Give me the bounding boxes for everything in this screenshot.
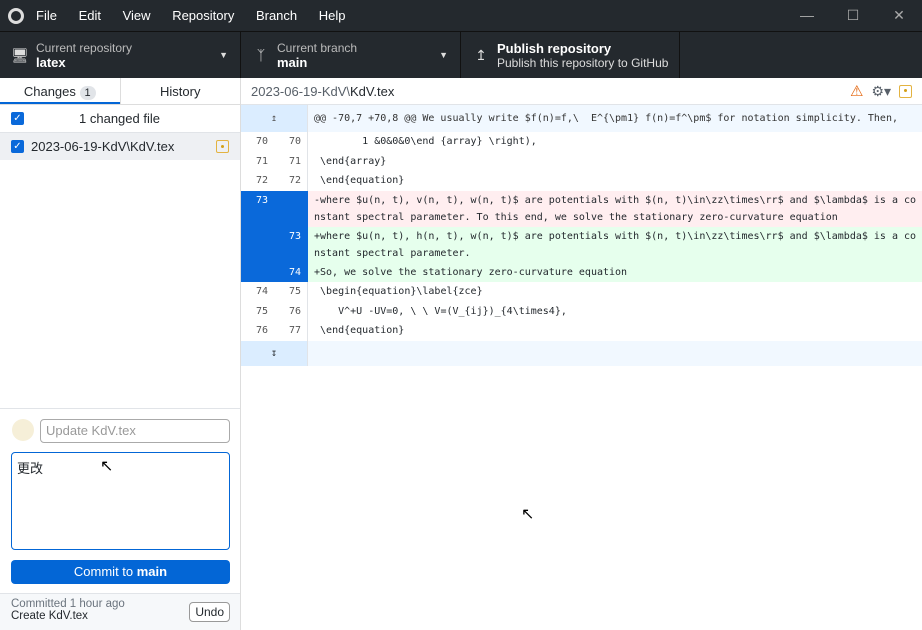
diff-line-text: \begin{equation}\label{zce}: [314, 286, 483, 297]
diff-line-text: \end{array}: [314, 155, 387, 167]
diff-line-text: \end{equation}: [314, 175, 405, 186]
undo-button[interactable]: Undo: [189, 602, 230, 622]
diff-panel: 2023-06-19-KdV\ KdV.tex ⚠ ⚙▾ ↥ @@ -70,7 +…: [241, 78, 922, 630]
modified-icon: [899, 84, 912, 98]
github-logo-icon: [8, 7, 24, 24]
old-line-number: [241, 263, 274, 283]
old-line-number: 76: [255, 325, 268, 336]
new-line-number: 74: [288, 266, 301, 278]
expand-up-icon[interactable]: ↥: [271, 113, 277, 124]
new-line-number: 76: [288, 305, 301, 317]
diff-line[interactable]: 71 71 \end{array}: [241, 151, 922, 171]
current-repository-button[interactable]: 🖥 Current repository latex ▼: [0, 32, 241, 78]
commit-form: Update KdV.tex 更改 Commit to main: [0, 408, 240, 593]
avatar: [12, 419, 34, 441]
diff-line-text: +So, we solve the stationary zero-curvat…: [314, 266, 628, 278]
diff-file-name: KdV.tex: [350, 83, 395, 99]
publish-desc: Publish this repository to GitHub: [497, 55, 669, 70]
file-checkbox[interactable]: ✓: [11, 140, 24, 153]
commit-description-input[interactable]: 更改: [11, 452, 230, 550]
old-line-number: 70: [255, 136, 268, 147]
expand-down-icon[interactable]: ↧: [271, 348, 277, 359]
mouse-cursor-icon: ↖: [100, 458, 114, 475]
branch-label: Current branch: [277, 40, 358, 55]
sidebar: Changes 1 History ✓ 1 changed file ✓ 202…: [0, 78, 241, 630]
tab-history[interactable]: History: [119, 78, 241, 104]
diff-line[interactable]: 74 75 \begin{equation}\label{zce}: [241, 282, 922, 302]
old-line-number: 72: [255, 175, 268, 186]
repo-name: latex: [36, 54, 66, 70]
warning-icon[interactable]: ⚠: [850, 82, 863, 100]
commit-button-prefix: Commit to: [73, 564, 137, 579]
current-branch-button[interactable]: ᛉ Current branch main ▼: [241, 32, 461, 78]
new-line-number: 71: [288, 155, 301, 167]
title-bar: File Edit View Repository Branch Help — …: [0, 0, 922, 31]
new-line-number: 72: [288, 175, 301, 186]
computer-icon: 🖥: [11, 46, 29, 63]
chevron-down-icon: ▼: [219, 50, 228, 60]
old-line-number: 73: [255, 194, 268, 206]
tab-changes-label: Changes: [23, 84, 76, 99]
mouse-cursor-icon: ↖: [521, 506, 535, 523]
gear-icon[interactable]: ⚙▾: [871, 83, 891, 100]
file-path: 2023-06-19-KdV\KdV.tex: [31, 139, 175, 154]
diff-line[interactable]: 76 77 \end{equation}: [241, 321, 922, 341]
menu-branch[interactable]: Branch: [256, 8, 297, 23]
file-list-item[interactable]: ✓ 2023-06-19-KdV\KdV.tex: [0, 133, 240, 160]
changes-count-badge: 1: [79, 86, 96, 100]
menu-help[interactable]: Help: [319, 8, 346, 23]
menu-bar: File Edit View Repository Branch Help: [36, 8, 364, 23]
new-line-number: 75: [288, 286, 301, 297]
diff-line[interactable]: 73 -where $u(n, t), v(n, t), w(n, t)$ are…: [241, 190, 922, 227]
branch-icon: ᛉ: [256, 47, 266, 63]
old-line-number: [241, 227, 274, 263]
old-line-number: 74: [255, 286, 268, 297]
diff-line[interactable]: 74 +So, we solve the stationary zero-curv…: [241, 262, 922, 283]
branch-name: main: [277, 54, 308, 70]
diff-line[interactable]: 75 76 V^+U -UV=0, \ \ V=(V_{ij})_{4\times…: [241, 301, 922, 321]
menu-repository[interactable]: Repository: [172, 8, 234, 23]
diff-line-text: V^+U -UV=0, \ \ V=(V_{ij})_{4\times4},: [314, 305, 567, 317]
select-all-checkbox[interactable]: ✓: [11, 112, 24, 125]
diff-line-text: -where $u(n, t), v(n, t), w(n, t)$ are p…: [314, 194, 917, 224]
maximize-icon[interactable]: ☐: [830, 7, 876, 24]
chevron-down-icon: ▼: [439, 50, 448, 60]
commit-summary-input[interactable]: Update KdV.tex: [40, 419, 230, 443]
diff-file-dir: 2023-06-19-KdV\: [251, 83, 351, 99]
old-line-number: 71: [255, 155, 268, 167]
menu-view[interactable]: View: [123, 8, 151, 23]
changed-files-header: 1 changed file: [79, 111, 160, 126]
new-line-number: [274, 191, 307, 227]
commit-button[interactable]: Commit to main: [11, 560, 230, 584]
menu-file[interactable]: File: [36, 8, 57, 23]
menu-edit[interactable]: Edit: [79, 8, 101, 23]
hunk-text: @@ -70,7 +70,8 @@ We usually write $f(n)…: [314, 113, 898, 124]
diff-line[interactable]: 70 70 1 &0&0&0\end {array} \right),: [241, 132, 922, 152]
publish-repository-button[interactable]: ↥ Publish repository Publish this reposit…: [461, 32, 680, 78]
publish-label: Publish repository: [497, 40, 612, 56]
upload-icon: ↥: [475, 46, 487, 63]
old-line-number: 75: [255, 305, 268, 317]
diff-line-text: \end{equation}: [314, 325, 405, 336]
last-commit: Committed 1 hour ago Create KdV.tex Undo: [0, 593, 240, 630]
commit-button-branch: main: [136, 564, 168, 579]
new-line-number: 73: [288, 230, 301, 242]
minimize-icon[interactable]: —: [784, 7, 830, 24]
expand-down-row: ↧: [241, 340, 922, 366]
new-line-number: 70: [288, 136, 301, 147]
diff-line[interactable]: 72 72 \end{equation}: [241, 171, 922, 191]
repo-label: Current repository: [36, 40, 133, 55]
modified-icon: [216, 140, 229, 153]
hunk-header: ↥ @@ -70,7 +70,8 @@ We usually write $f(…: [241, 105, 922, 132]
toolbar: 🖥 Current repository latex ▼ ᛉ Current br…: [0, 31, 922, 78]
diff-line[interactable]: 73 +where $u(n, t), h(n, t), w(n, t)$ are…: [241, 226, 922, 263]
diff-line-text: 1 &0&0&0\end {array} \right),: [314, 136, 537, 147]
new-line-number: 77: [288, 325, 301, 336]
tab-changes[interactable]: Changes 1: [0, 78, 120, 104]
diff-line-text: +where $u(n, t), h(n, t), w(n, t)$ are p…: [314, 230, 917, 260]
close-icon[interactable]: ✕: [876, 7, 922, 24]
